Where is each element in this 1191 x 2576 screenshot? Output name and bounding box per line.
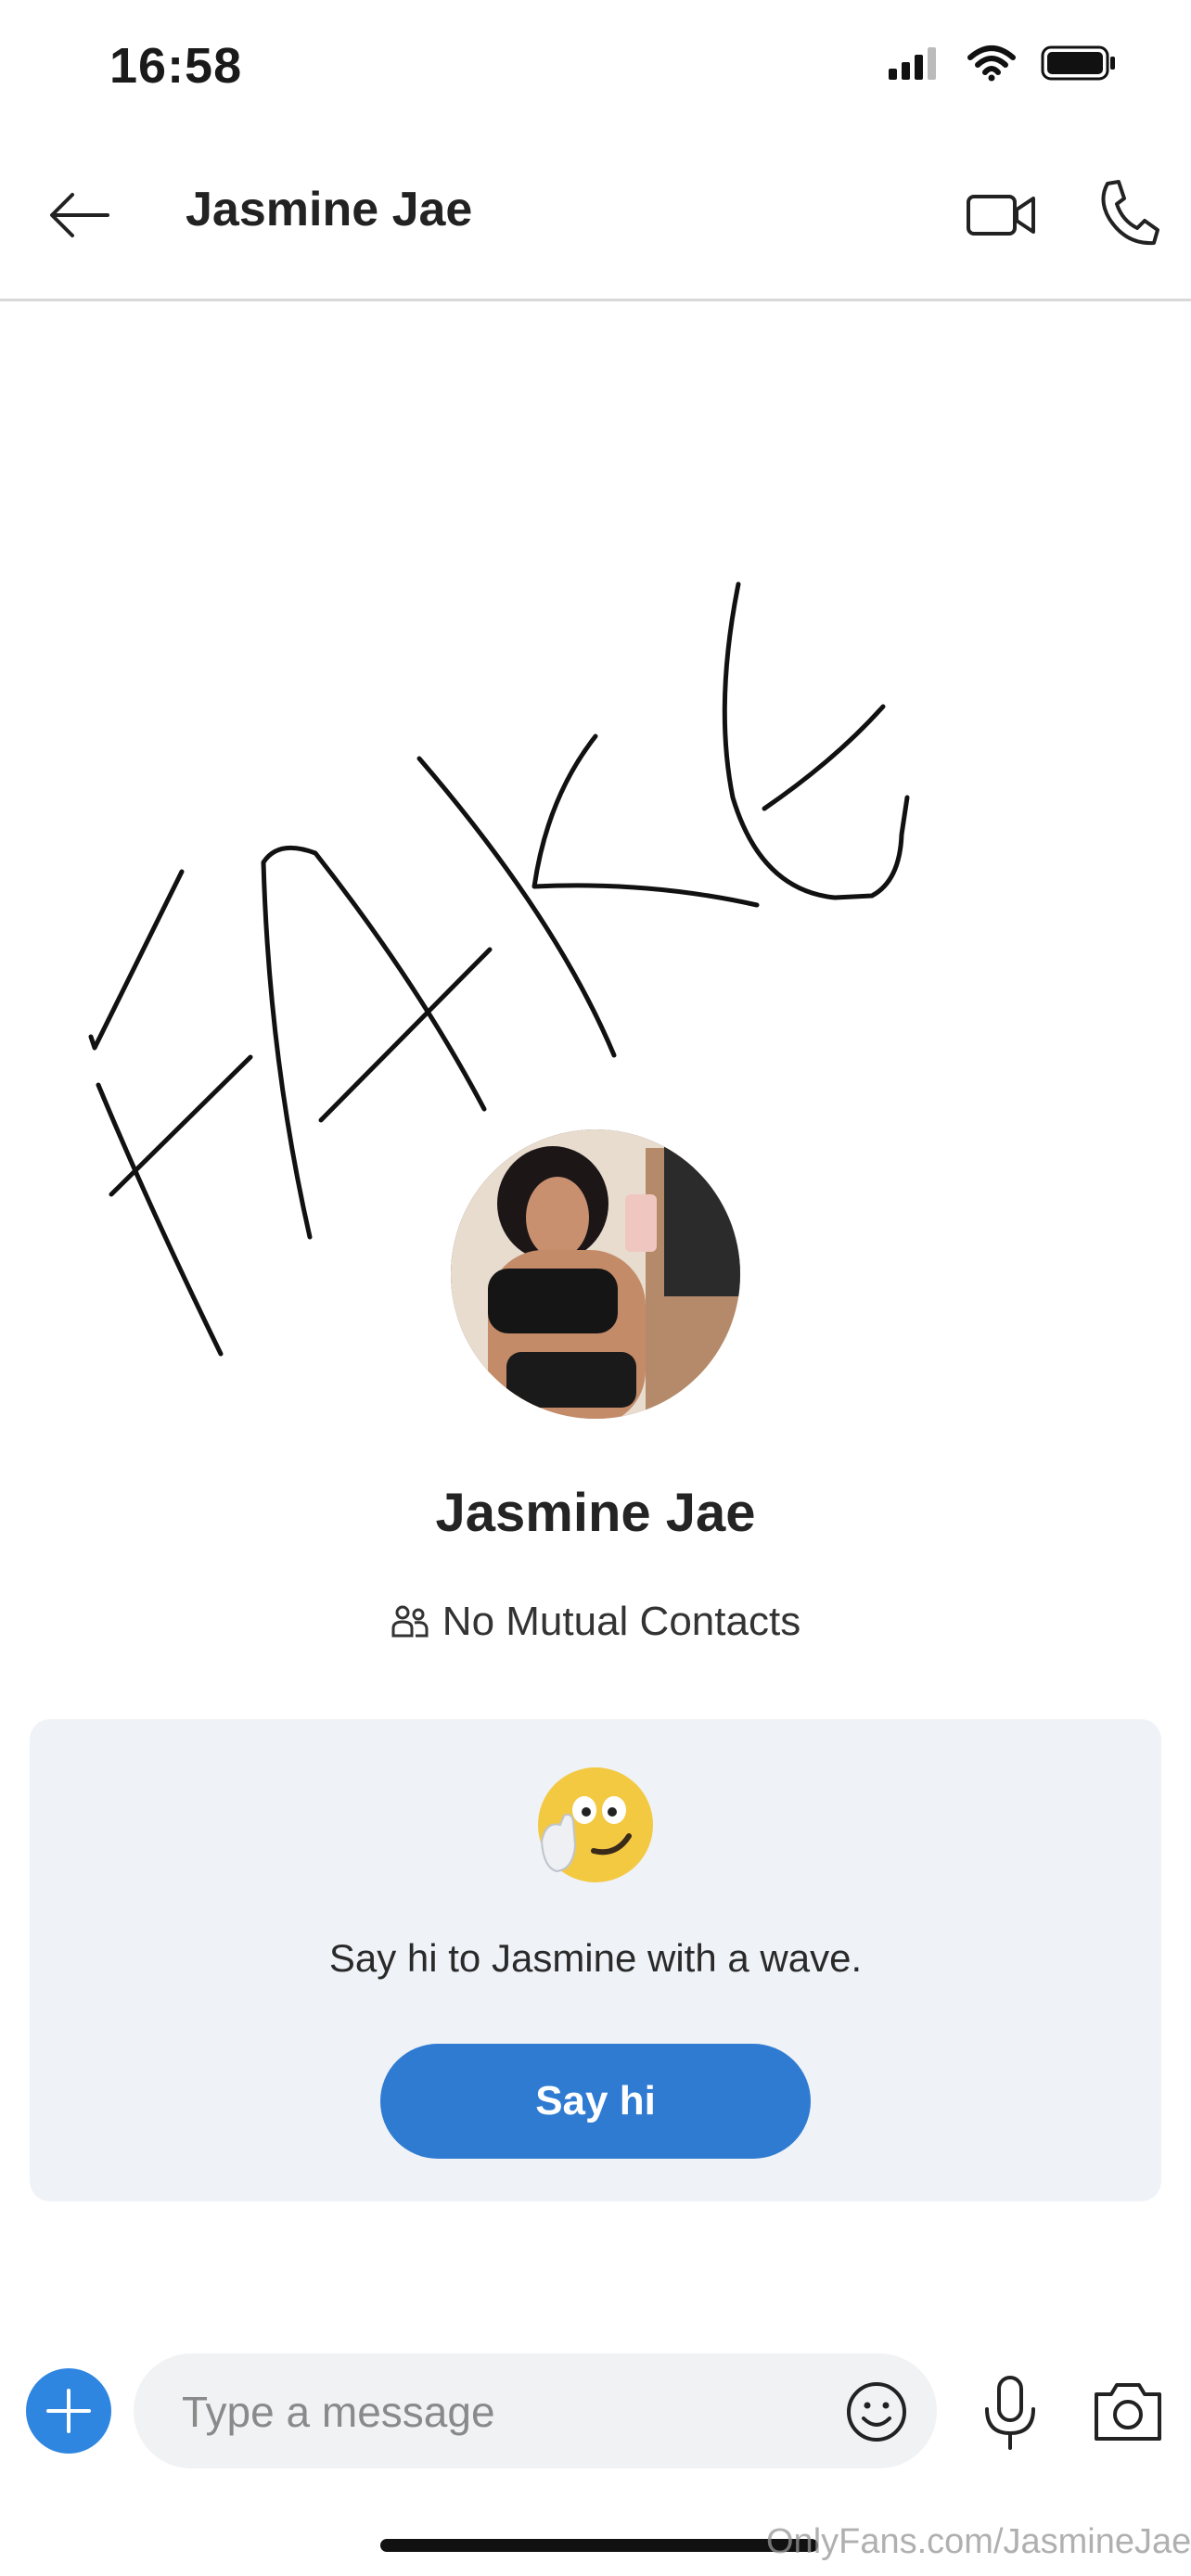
message-input[interactable] bbox=[180, 2353, 777, 2470]
smiley-icon bbox=[847, 2382, 906, 2442]
message-composer bbox=[134, 2353, 937, 2470]
status-time: 16:58 bbox=[109, 38, 243, 94]
battery-icon bbox=[1041, 45, 1115, 81]
back-button[interactable] bbox=[46, 182, 113, 249]
status-icons bbox=[887, 45, 1117, 82]
say-hi-button[interactable]: Say hi bbox=[380, 2044, 811, 2159]
profile-photo bbox=[451, 1129, 740, 1419]
wave-prompt-text: Say hi to Jasmine with a wave. bbox=[328, 1936, 863, 1980]
watermark-text: OnlyFans.com/JasmineJae bbox=[766, 2522, 1191, 2561]
emoji-button[interactable] bbox=[844, 2379, 909, 2444]
camera-button[interactable] bbox=[1091, 2376, 1165, 2446]
camera-icon bbox=[1095, 2383, 1161, 2441]
profile-name: Jasmine Jae bbox=[435, 1483, 756, 1543]
home-indicator bbox=[380, 2539, 818, 2552]
wifi-icon bbox=[967, 45, 1016, 82]
mutual-contacts-label: No Mutual Contacts bbox=[442, 1599, 801, 1644]
contact-title: Jasmine Jae bbox=[186, 183, 473, 236]
microphone-icon bbox=[985, 2376, 1035, 2450]
chat-header: Jasmine Jae bbox=[0, 148, 1191, 301]
mutual-contacts-row: No Mutual Contacts bbox=[0, 1599, 1191, 1645]
contact-avatar[interactable] bbox=[451, 1129, 740, 1419]
people-icon bbox=[391, 1605, 429, 1638]
plus-icon bbox=[46, 2389, 91, 2433]
phone-icon bbox=[1101, 180, 1159, 246]
microphone-button[interactable] bbox=[978, 2374, 1043, 2452]
wave-card: Say hi to Jasmine with a wave. Say hi bbox=[30, 1719, 1161, 2201]
arrow-left-icon bbox=[50, 193, 109, 237]
add-attachment-button[interactable] bbox=[26, 2368, 111, 2454]
video-call-button[interactable] bbox=[965, 182, 1039, 249]
waving-emoji-icon bbox=[536, 1766, 655, 1884]
cellular-signal-icon bbox=[889, 47, 936, 80]
video-camera-icon bbox=[967, 195, 1035, 236]
audio-call-button[interactable] bbox=[1095, 176, 1161, 250]
